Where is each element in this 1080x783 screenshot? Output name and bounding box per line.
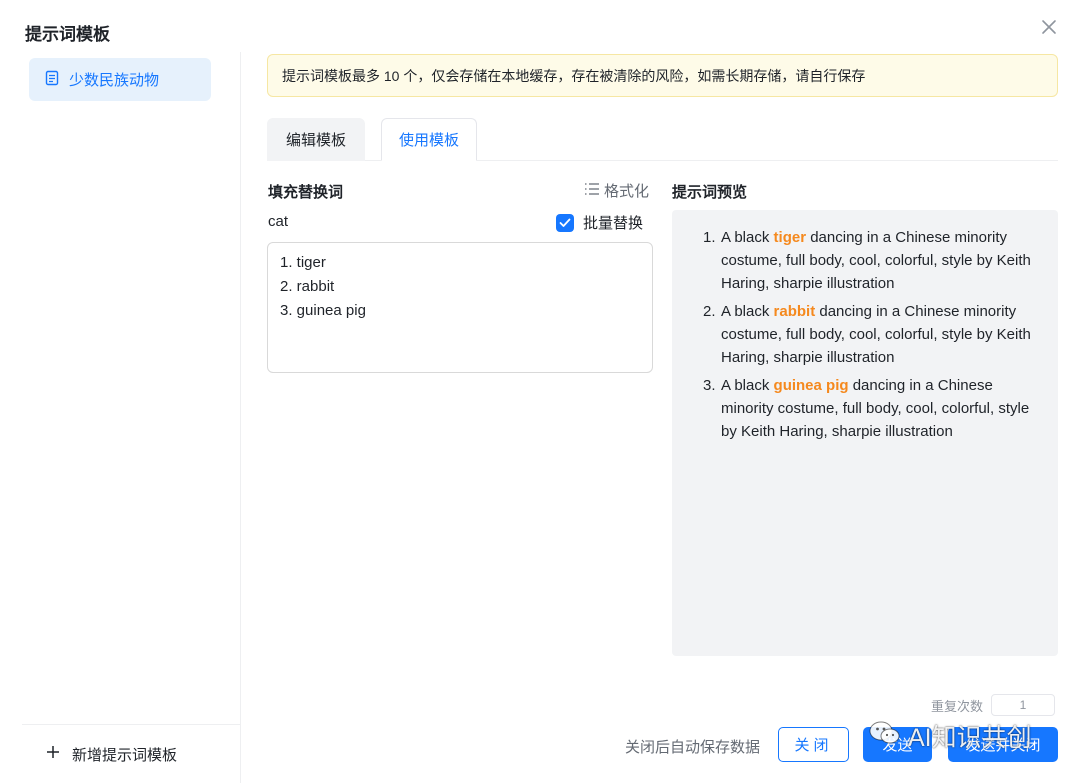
preview-item-prefix: A black: [721, 377, 774, 394]
preview-item: 1. A black tiger dancing in a Chinese min…: [688, 226, 1042, 295]
storage-notice: 提示词模板最多 10 个，仅会存储在本地缓存，存在被清除的风险，如需长期存储，请…: [267, 54, 1058, 97]
repeat-count-input[interactable]: 1: [991, 694, 1056, 716]
replacement-line: 2. rabbit: [280, 278, 335, 295]
notice-text: 提示词模板最多 10 个，仅会存储在本地缓存，存在被清除的风险，如需长期存储，请…: [282, 67, 866, 84]
repeat-count-label: 重复次数: [931, 698, 984, 714]
format-button[interactable]: 格式化: [584, 180, 649, 201]
batch-replace-label: 批量替换: [583, 215, 644, 232]
preview-label: 提示词预览: [672, 184, 748, 201]
replacement-line: 1. tiger: [280, 254, 326, 271]
tab-edit-template[interactable]: 编辑模板: [267, 118, 365, 161]
sidebar-item-label: 少数民族动物: [69, 72, 160, 89]
preview-item: 2. A black rabbit dancing in a Chinese mi…: [688, 300, 1042, 369]
autosave-hint: 关闭后自动保存数据: [625, 739, 761, 756]
preview-item-number: 2.: [703, 303, 716, 320]
add-template-button[interactable]: 新增提示词模板: [22, 724, 241, 783]
send-button[interactable]: 发送: [863, 727, 932, 762]
replacement-line: 3. guinea pig: [280, 302, 366, 319]
repeat-count: 重复次数 1: [931, 694, 1056, 716]
preview-list: 1. A black tiger dancing in a Chinese min…: [688, 226, 1042, 443]
close-icon[interactable]: [1038, 16, 1060, 38]
document-icon: [45, 70, 59, 90]
batch-replace[interactable]: 批量替换: [556, 212, 643, 233]
preview-item: 3. A black guinea pig dancing in a Chines…: [688, 374, 1042, 443]
add-template-label: 新增提示词模板: [72, 746, 178, 764]
list-icon: [584, 182, 600, 200]
dialog-title: 提示词模板: [25, 25, 110, 44]
close-button[interactable]: 关闭: [778, 727, 849, 762]
plus-icon: [46, 745, 60, 763]
template-sidebar: 少数民族动物 新增提示词模板: [0, 52, 241, 783]
preview-item-prefix: A black: [721, 303, 774, 320]
preview-highlight-word: tiger: [773, 229, 807, 246]
preview-item-number: 1.: [703, 229, 716, 246]
batch-replace-checkbox[interactable]: [556, 213, 574, 232]
fill-words-label: 填充替换词: [268, 184, 344, 201]
send-and-close-button[interactable]: 发送并关闭: [948, 727, 1058, 762]
sidebar-item-template[interactable]: 少数民族动物: [29, 58, 211, 101]
replacement-words-textarea[interactable]: 1. tiger 2. rabbit 3. guinea pig: [267, 242, 653, 373]
format-label: 格式化: [604, 183, 650, 200]
preview-item-prefix: A black: [721, 229, 774, 246]
target-word: cat: [268, 213, 289, 230]
preview-item-number: 3.: [703, 377, 716, 394]
prompt-preview-panel: 1. A black tiger dancing in a Chinese min…: [672, 210, 1058, 656]
preview-highlight-word: rabbit: [773, 303, 816, 320]
tab-use-template[interactable]: 使用模板: [381, 118, 477, 161]
preview-highlight-word: guinea pig: [773, 377, 849, 394]
